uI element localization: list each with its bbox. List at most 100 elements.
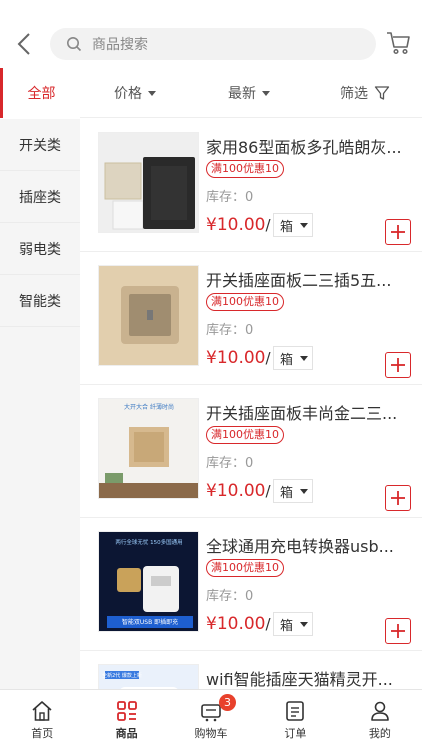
cart-icon <box>387 32 410 55</box>
sidebar-item-label: 插座类 <box>19 189 61 206</box>
product-title[interactable]: wifi智能插座天猫精灵开... <box>206 666 410 689</box>
stock-text: 库存：0 <box>206 456 254 471</box>
thumb-caption: 全新2代 爆款上新 <box>102 672 142 679</box>
tab-orders[interactable]: 订单 <box>253 690 337 750</box>
tab-home[interactable]: 首页 <box>0 690 84 750</box>
unit-value: 箱 <box>280 485 294 501</box>
tab-products[interactable]: 商品 <box>84 690 168 750</box>
product-image[interactable]: 两行全球无忧 150多国通用 智能双USB 即插即充 <box>98 531 199 632</box>
sort-newest[interactable]: 最新 <box>190 68 308 118</box>
tab-mine[interactable]: 我的 <box>338 690 422 750</box>
search-icon <box>67 37 82 52</box>
price-slash: / <box>265 482 271 500</box>
stock-text: 库存：0 <box>206 589 254 604</box>
funnel-icon <box>374 86 390 100</box>
chevron-left-icon <box>17 33 30 55</box>
caret-down-icon <box>262 90 270 96</box>
product-title[interactable]: 家用86型面板多孔皓朗灰... <box>206 134 410 158</box>
search-input[interactable]: 商品搜索 <box>50 28 376 60</box>
unit-select[interactable]: 箱 <box>273 479 313 503</box>
product-image[interactable] <box>98 265 199 366</box>
promo-badge: 满100优惠10 <box>206 160 284 178</box>
caret-down-icon <box>300 621 308 627</box>
price-value: ¥10.00 <box>206 481 266 501</box>
promo-badge: 满100优惠10 <box>206 293 284 311</box>
cart-button[interactable] <box>386 30 412 56</box>
plus-icon <box>391 358 405 372</box>
promo-badge: 满100优惠10 <box>206 559 284 577</box>
sidebar-item-weak-current[interactable]: 弱电类 <box>0 223 80 275</box>
unit-select[interactable]: 箱 <box>273 346 313 370</box>
stock-text: 库存：0 <box>206 190 254 205</box>
filter-label: 筛选 <box>340 86 368 102</box>
product-title[interactable]: 全球通用充电转换器usb... <box>206 533 410 557</box>
plus-icon <box>391 225 405 239</box>
product-card[interactable]: 全新2代 爆款上新 wifi智能插座天猫精灵开... <box>80 651 422 689</box>
product-list: 家用86型面板多孔皓朗灰... 满100优惠10 库存：0 ¥10.00/ 箱 … <box>80 119 422 689</box>
category-sidebar: 开关类 插座类 弱电类 智能类 <box>0 119 80 689</box>
unit-value: 箱 <box>280 219 294 235</box>
price: ¥10.00/ <box>206 215 271 235</box>
plus-icon <box>391 491 405 505</box>
sidebar-item-label: 开关类 <box>19 137 61 154</box>
tab-products-label: 商品 <box>115 727 138 740</box>
thumb-badge: 智能双USB 即插即充 <box>122 618 178 626</box>
product-image[interactable]: 大开大合 纤薄时尚 <box>98 398 199 499</box>
filter-button[interactable]: 筛选 <box>308 68 422 118</box>
sidebar-item-smart[interactable]: 智能类 <box>0 275 80 327</box>
unit-select[interactable]: 箱 <box>273 612 313 636</box>
unit-value: 箱 <box>280 618 294 634</box>
sidebar-item-switch[interactable]: 开关类 <box>0 119 80 171</box>
product-card[interactable]: 大开大合 纤薄时尚 开关插座面板丰尚金二三... 满100优惠10 库存：0 ¥… <box>80 385 422 518</box>
tab-mine-label: 我的 <box>368 727 391 740</box>
tab-all-label: 全部 <box>27 86 56 102</box>
orders-icon <box>286 701 305 721</box>
tab-home-label: 首页 <box>31 727 54 740</box>
price-slash: / <box>265 349 271 367</box>
price-value: ¥10.00 <box>206 614 266 634</box>
search-placeholder: 商品搜索 <box>92 37 148 53</box>
home-icon <box>32 701 52 721</box>
top-header: 商品搜索 <box>0 0 422 68</box>
price-value: ¥10.00 <box>206 215 266 235</box>
stock-text: 库存：0 <box>206 323 254 338</box>
promo-badge: 满100优惠10 <box>206 426 284 444</box>
price-slash: / <box>265 615 271 633</box>
price: ¥10.00/ <box>206 614 271 634</box>
plus-icon <box>391 624 405 638</box>
price-value: ¥10.00 <box>206 348 266 368</box>
back-button[interactable] <box>12 30 36 58</box>
user-icon <box>371 701 389 721</box>
caret-down-icon <box>148 90 156 96</box>
add-to-cart-button[interactable] <box>385 618 411 644</box>
price: ¥10.00/ <box>206 481 271 501</box>
sidebar-item-label: 智能类 <box>19 293 61 310</box>
grid-icon <box>116 701 137 721</box>
caret-down-icon <box>300 355 308 361</box>
thumb-caption: 大开大合 纤薄时尚 <box>124 403 174 411</box>
add-to-cart-button[interactable] <box>385 219 411 245</box>
caret-down-icon <box>300 222 308 228</box>
price: ¥10.00/ <box>206 348 271 368</box>
price-slash: / <box>265 216 271 234</box>
unit-value: 箱 <box>280 352 294 368</box>
sidebar-item-label: 弱电类 <box>19 241 61 258</box>
thumb-caption: 两行全球无忧 150多国通用 <box>115 538 182 546</box>
tab-cart[interactable]: 3 购物车 <box>169 690 253 750</box>
tab-orders-label: 订单 <box>284 727 307 740</box>
add-to-cart-button[interactable] <box>385 352 411 378</box>
product-card[interactable]: 家用86型面板多孔皓朗灰... 满100优惠10 库存：0 ¥10.00/ 箱 <box>80 119 422 252</box>
product-image[interactable] <box>98 132 199 233</box>
sort-newest-label: 最新 <box>228 86 256 102</box>
product-card[interactable]: 开关插座面板二三插5五... 满100优惠10 库存：0 ¥10.00/ 箱 <box>80 252 422 385</box>
cart-count-badge: 3 <box>219 694 237 711</box>
product-title[interactable]: 开关插座面板丰尚金二三... <box>206 400 410 424</box>
sidebar-item-socket[interactable]: 插座类 <box>0 171 80 223</box>
sort-price[interactable]: 价格 <box>80 68 190 118</box>
product-image[interactable]: 全新2代 爆款上新 <box>98 664 199 689</box>
tab-all[interactable]: 全部 <box>0 68 80 118</box>
unit-select[interactable]: 箱 <box>273 213 313 237</box>
add-to-cart-button[interactable] <box>385 485 411 511</box>
product-title[interactable]: 开关插座面板二三插5五... <box>206 267 410 291</box>
product-card[interactable]: 两行全球无忧 150多国通用 智能双USB 即插即充 全球通用充电转换器usb.… <box>80 518 422 651</box>
